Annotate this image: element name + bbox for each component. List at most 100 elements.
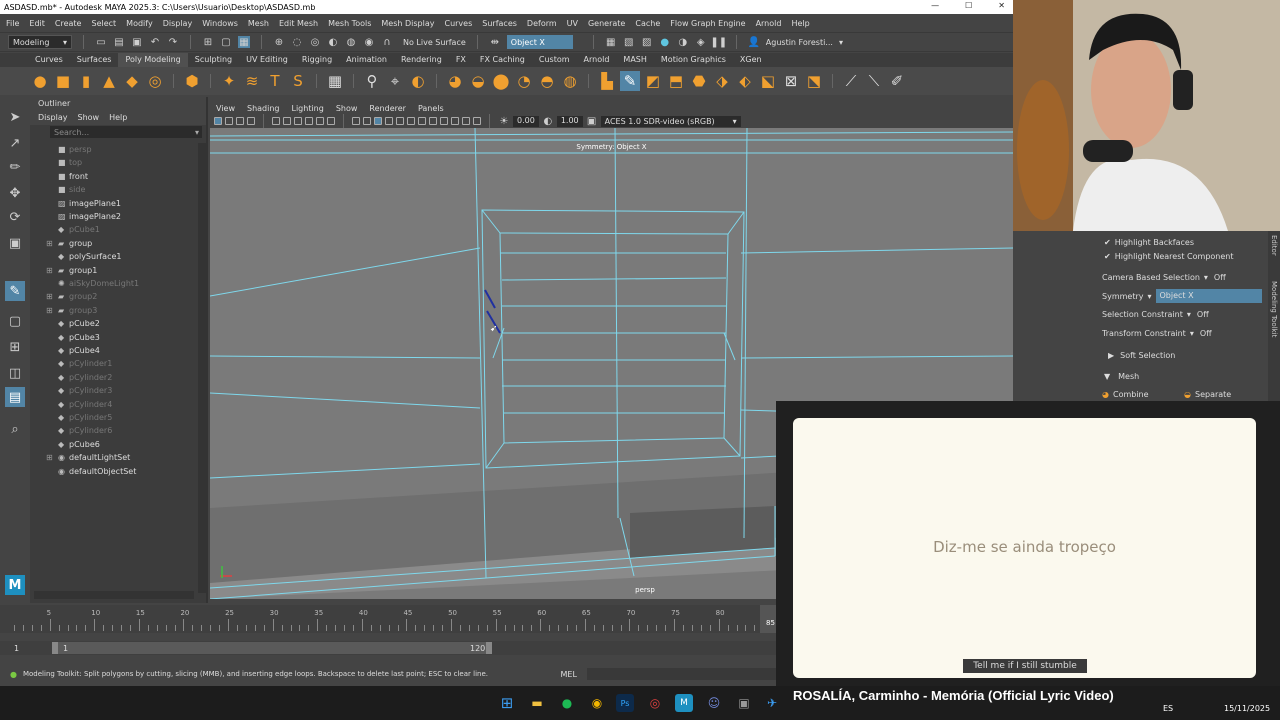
shelf-tab-custom[interactable]: Custom bbox=[532, 53, 577, 67]
viewport-menu-view[interactable]: View bbox=[216, 104, 235, 113]
separate-icon[interactable]: ◒ bbox=[468, 71, 488, 91]
poly-cone-icon[interactable]: ▲ bbox=[99, 71, 119, 91]
save-scene-icon[interactable]: ▣ bbox=[131, 36, 143, 48]
outliner-menu-help[interactable]: Help bbox=[109, 113, 127, 122]
poly-torus-icon[interactable]: ◎ bbox=[145, 71, 165, 91]
shelf-tab-fx-caching[interactable]: FX Caching bbox=[473, 53, 532, 67]
connect-icon[interactable]: ⊠ bbox=[781, 71, 801, 91]
menu-windows[interactable]: Windows bbox=[202, 19, 238, 28]
type-tool-icon[interactable]: T bbox=[265, 71, 285, 91]
snap-grid-icon[interactable]: ⊕ bbox=[273, 36, 285, 48]
select-tool-icon[interactable]: ➤ bbox=[5, 107, 25, 127]
outliner-item[interactable]: ⊞ ▰ group3 bbox=[30, 304, 190, 317]
combine-button[interactable]: ◕ Combine bbox=[1102, 387, 1149, 401]
menu-arnold[interactable]: Arnold bbox=[756, 19, 782, 28]
render-setup-icon[interactable]: ◈ bbox=[695, 36, 707, 48]
motion-blur-icon[interactable] bbox=[429, 117, 437, 125]
expand-icon[interactable]: ⊞ bbox=[46, 453, 56, 462]
maximize-icon[interactable]: ☐ bbox=[965, 1, 972, 10]
redo-icon[interactable]: ↷ bbox=[167, 36, 179, 48]
wireframe-icon[interactable] bbox=[352, 117, 360, 125]
viewport-menu-renderer[interactable]: Renderer bbox=[369, 104, 406, 113]
exposure-field[interactable]: 0.00 bbox=[513, 115, 539, 127]
search-dropdown-icon[interactable]: ▾ bbox=[195, 128, 199, 137]
menu-help[interactable]: Help bbox=[791, 19, 809, 28]
mel-label[interactable]: MEL bbox=[560, 670, 576, 679]
outliner-item[interactable]: ⊞ ◉ defaultLightSet bbox=[30, 451, 190, 464]
close-icon[interactable]: ✕ bbox=[998, 1, 1005, 10]
shelf-tab-rendering[interactable]: Rendering bbox=[394, 53, 449, 67]
camera-based-selection-row[interactable]: Camera Based Selection ▾ Off bbox=[1102, 270, 1226, 284]
expand-arrow-icon[interactable]: ▶ bbox=[1108, 351, 1114, 360]
outliner-search[interactable]: Search... ▾ bbox=[50, 126, 202, 138]
outliner-item[interactable]: ◆ pCube3 bbox=[30, 331, 190, 344]
outliner-layout-icon[interactable]: ▤ bbox=[5, 387, 25, 407]
viewport-menu-shading[interactable]: Shading bbox=[247, 104, 280, 113]
grid-icon[interactable] bbox=[272, 117, 280, 125]
outliner-item[interactable]: ◆ pCube1 bbox=[30, 223, 190, 236]
exposure-icon[interactable]: ☀ bbox=[498, 115, 510, 127]
taskbar-date[interactable]: 15/11/2025 bbox=[1224, 704, 1270, 713]
bevel-icon[interactable]: ◩ bbox=[643, 71, 663, 91]
hierarchy-mode-icon[interactable]: ⊞ bbox=[202, 36, 214, 48]
fill-hole-icon[interactable]: ⬣ bbox=[689, 71, 709, 91]
snap-surface-icon[interactable]: ◍ bbox=[345, 36, 357, 48]
menu-modify[interactable]: Modify bbox=[126, 19, 153, 28]
gate-mask-icon[interactable] bbox=[305, 117, 313, 125]
shelf-tab-sculpting[interactable]: Sculpting bbox=[188, 53, 239, 67]
outliner-item[interactable]: ◆ pCube6 bbox=[30, 438, 190, 451]
symmetry-row[interactable]: Symmetry ▾ Object X bbox=[1102, 289, 1270, 303]
outliner-item[interactable]: ◆ pCylinder6 bbox=[30, 424, 190, 437]
scale-tool-icon[interactable]: ▣ bbox=[5, 233, 25, 253]
dropdown-icon[interactable]: ▾ bbox=[1147, 292, 1151, 301]
app-icon[interactable]: ◎ bbox=[646, 694, 664, 712]
camera-attr-icon[interactable] bbox=[225, 117, 233, 125]
outliner-item[interactable]: ◆ pCylinder5 bbox=[30, 411, 190, 424]
checkbox-icon[interactable]: ✔ bbox=[1104, 252, 1111, 261]
outliner-item[interactable]: ◆ polySurface1 bbox=[30, 250, 190, 263]
image-plane-toggle-icon[interactable] bbox=[247, 117, 255, 125]
poly-disc-icon[interactable]: ⬢ bbox=[182, 71, 202, 91]
magnet-icon[interactable]: ∩ bbox=[381, 36, 393, 48]
boolean-diff-icon[interactable]: ◔ bbox=[514, 71, 534, 91]
snap-live-icon[interactable]: ◉ bbox=[363, 36, 375, 48]
xray-joints-icon[interactable] bbox=[462, 117, 470, 125]
field-chart-icon[interactable] bbox=[316, 117, 324, 125]
super-shape-icon[interactable]: ✦ bbox=[219, 71, 239, 91]
selection-constraint-row[interactable]: Selection Constraint ▾ Off bbox=[1102, 307, 1209, 321]
menu-cache[interactable]: Cache bbox=[635, 19, 660, 28]
poly-plane-icon[interactable]: ◆ bbox=[122, 71, 142, 91]
user-icon[interactable]: 👤 bbox=[748, 36, 760, 48]
outliner-item[interactable]: ⊞ ▰ group bbox=[30, 237, 190, 250]
bridge-icon[interactable]: ⬒ bbox=[666, 71, 686, 91]
viewport-menu-show[interactable]: Show bbox=[336, 104, 358, 113]
poly-sphere-icon[interactable]: ● bbox=[30, 71, 50, 91]
shelf-tab-mash[interactable]: MASH bbox=[616, 53, 653, 67]
user-name[interactable]: Agustin Foresti... bbox=[766, 38, 833, 47]
menu-curves[interactable]: Curves bbox=[444, 19, 472, 28]
maya-taskbar-icon[interactable]: M bbox=[675, 694, 693, 712]
menu-generate[interactable]: Generate bbox=[588, 19, 625, 28]
shelf-tab-xgen[interactable]: XGen bbox=[733, 53, 769, 67]
discord-icon[interactable]: ☺ bbox=[705, 694, 723, 712]
range-start[interactable]: 1 bbox=[14, 644, 19, 653]
component-mode-icon[interactable]: ▦ bbox=[238, 36, 250, 48]
expand-icon[interactable]: ⊞ bbox=[46, 266, 56, 275]
shelf-tab-motion-graphics[interactable]: Motion Graphics bbox=[654, 53, 733, 67]
outliner-item[interactable]: ◉ defaultObjectSet bbox=[30, 465, 190, 478]
hypershade-icon[interactable]: ◑ bbox=[677, 36, 689, 48]
spotify-icon[interactable]: ● bbox=[558, 694, 576, 712]
undo-icon[interactable]: ↶ bbox=[149, 36, 161, 48]
outliner-item[interactable]: ■ top bbox=[30, 156, 190, 169]
outliner-hscrollbar[interactable] bbox=[34, 591, 194, 599]
highlight-backfaces-row[interactable]: ✔ Highlight Backfaces bbox=[1104, 235, 1194, 249]
menu-create[interactable]: Create bbox=[55, 19, 82, 28]
outliner-item[interactable]: ▨ imagePlane1 bbox=[30, 197, 190, 210]
shelf-tab-rigging[interactable]: Rigging bbox=[295, 53, 339, 67]
menu-edit[interactable]: Edit bbox=[29, 19, 45, 28]
range-handle-start[interactable] bbox=[52, 642, 58, 654]
pause-icon[interactable]: ❚❚ bbox=[710, 36, 727, 48]
ipr-render-icon[interactable]: ▨ bbox=[641, 36, 653, 48]
extrude-icon[interactable]: ▙ bbox=[597, 71, 617, 91]
menu-file[interactable]: File bbox=[6, 19, 19, 28]
